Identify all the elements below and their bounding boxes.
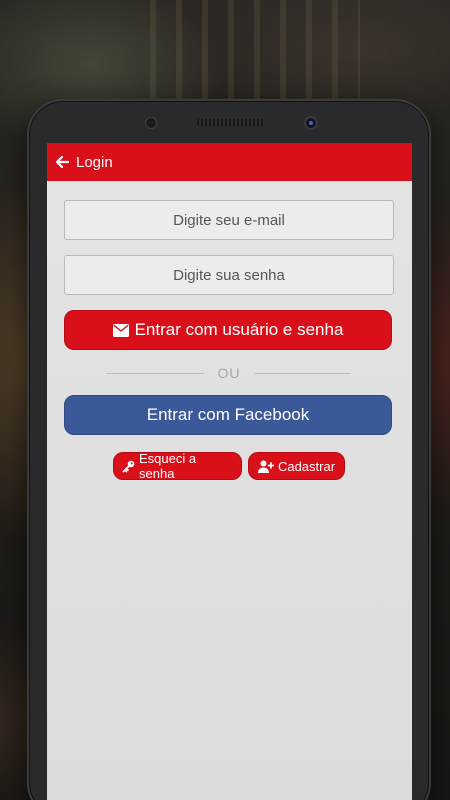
user-plus-icon bbox=[257, 460, 274, 473]
forgot-password-label: Esqueci a senha bbox=[139, 451, 197, 481]
facebook-button-label: Entrar com Facebook bbox=[146, 405, 310, 424]
login-button-label: Entrar com usuário e senha bbox=[134, 320, 344, 339]
register-label: Cadastrar bbox=[277, 458, 336, 474]
login-button[interactable]: Entrar com usuário e senha bbox=[64, 310, 392, 350]
arrow-left-icon[interactable] bbox=[54, 154, 70, 170]
password-field[interactable] bbox=[64, 255, 394, 295]
background-texture bbox=[150, 0, 360, 100]
page-title: Login bbox=[76, 153, 113, 171]
speaker-grille bbox=[195, 119, 265, 126]
divider-line-right bbox=[254, 372, 351, 374]
facebook-login-button[interactable]: Entrar com Facebook bbox=[64, 395, 392, 435]
envelope-icon bbox=[112, 323, 129, 337]
front-camera-icon bbox=[304, 116, 318, 130]
app-screen: Login Entrar com usuário e senha OU Entr… bbox=[47, 143, 412, 800]
divider-line-left bbox=[107, 372, 204, 374]
forgot-password-button[interactable]: Esqueci a senha bbox=[113, 451, 242, 481]
key-icon bbox=[122, 460, 135, 473]
sensor-icon bbox=[145, 117, 157, 129]
email-field[interactable] bbox=[64, 200, 394, 240]
register-button[interactable]: Cadastrar bbox=[248, 452, 345, 480]
divider-text: OU bbox=[217, 365, 241, 381]
app-header: Login bbox=[47, 143, 412, 181]
or-divider: OU bbox=[107, 363, 351, 383]
